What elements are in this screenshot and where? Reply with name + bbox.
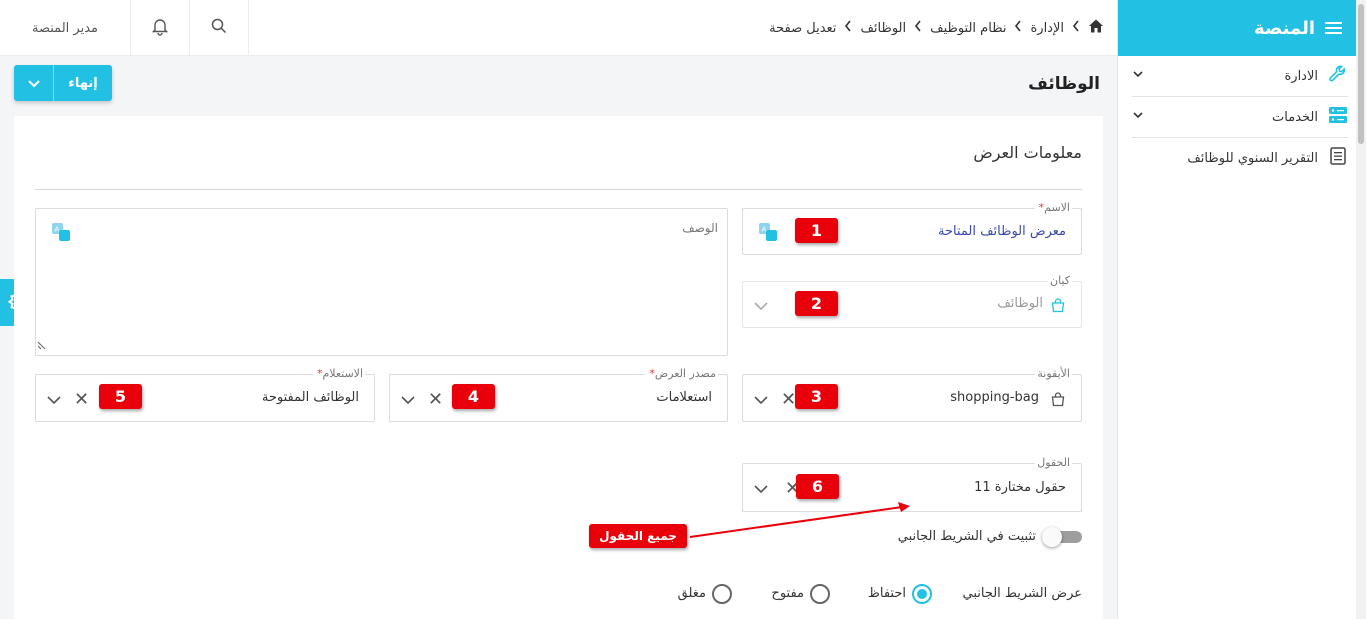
fields-value: 11 حقول مختارة xyxy=(974,480,1066,495)
entity-label: كيان xyxy=(1048,274,1072,287)
page-scrollbar[interactable] xyxy=(1356,0,1366,619)
chevron-left-icon xyxy=(844,20,852,36)
breadcrumb-item-jobs[interactable]: الوظائف xyxy=(860,21,906,36)
display-source-value: استعلامات xyxy=(656,390,712,405)
pin-sidebar-toggle[interactable] xyxy=(1042,527,1082,547)
description-field[interactable]: الوصف A xyxy=(35,208,728,356)
radio-closed[interactable] xyxy=(712,584,732,604)
finish-button-label: إنهاء xyxy=(68,75,98,91)
query-value: الوظائف المفتوحة xyxy=(261,390,359,405)
translate-icon[interactable]: A xyxy=(51,222,71,246)
query-label-text: الاستعلام xyxy=(322,367,363,380)
annotation-badge-2: 2 xyxy=(795,291,838,316)
home-icon[interactable] xyxy=(1088,18,1104,38)
breadcrumb-item-administration[interactable]: الإدارة xyxy=(1030,21,1064,36)
display-source-select[interactable]: *مصدر العرض استعلامات ✕ xyxy=(389,367,728,422)
name-label-text: الاسم xyxy=(1044,201,1070,214)
sidebar-item-label: التقرير السنوي للوظائف xyxy=(1187,150,1318,166)
user-menu[interactable]: مدير المنصة xyxy=(0,0,131,56)
radio-closed-label[interactable]: مغلق xyxy=(660,586,706,601)
annotation-badge-4: 4 xyxy=(452,384,495,409)
sidebar-item-services[interactable]: الخدمات xyxy=(1128,97,1348,137)
annotation-badge-5: 5 xyxy=(99,384,142,409)
icon-value: shopping-bag xyxy=(950,390,1039,405)
svg-text:A: A xyxy=(762,226,767,234)
sidebar-item-label: الخدمات xyxy=(1272,109,1318,125)
sidebar-display-label: عرض الشريط الجانبي xyxy=(962,586,1082,601)
clear-icon[interactable]: ✕ xyxy=(428,391,443,409)
hamburger-menu-icon[interactable] xyxy=(1325,22,1342,34)
server-icon xyxy=(1328,105,1348,129)
breadcrumb-item-recruitment[interactable]: نظام التوظيف xyxy=(930,21,1006,36)
search-icon xyxy=(210,17,228,39)
shopping-bag-icon xyxy=(1050,297,1066,317)
annotation-note: جميع الحقول xyxy=(589,524,687,548)
name-value[interactable]: معرض الوظائف المتاحة xyxy=(938,224,1066,239)
chevron-down-icon[interactable] xyxy=(753,298,769,318)
resize-handle-icon[interactable] xyxy=(37,335,47,354)
sidebar-item-label: الادارة xyxy=(1284,68,1318,84)
icon-select[interactable]: الأيقونة shopping-bag ✕ xyxy=(742,367,1082,422)
icon-label: الأيقونة xyxy=(1035,367,1072,380)
breadcrumb-item-current: تعديل صفحة xyxy=(769,20,837,36)
chevron-down-icon[interactable] xyxy=(14,65,54,101)
clear-icon[interactable]: ✕ xyxy=(781,391,796,409)
page-title: الوظائف xyxy=(1028,74,1100,94)
user-name: مدير المنصة xyxy=(32,20,98,36)
brand-label: المنصة xyxy=(1254,17,1315,39)
query-label: *الاستعلام xyxy=(312,367,365,380)
toggle-knob xyxy=(1042,527,1062,547)
clear-icon[interactable]: ✕ xyxy=(74,391,89,409)
section-title: معلومات العرض xyxy=(973,143,1082,162)
wrench-icon xyxy=(1328,64,1348,88)
bell-icon xyxy=(150,16,170,40)
radio-keep[interactable] xyxy=(912,584,932,604)
display-source-label-text: مصدر العرض xyxy=(654,367,716,380)
chevron-left-icon xyxy=(1072,20,1080,36)
sidebar: المنصة الادارة الخدمات التقرير السنوي لل… xyxy=(1117,0,1356,619)
breadcrumb: تعديل صفحة الوظائف نظام التوظيف الإدارة xyxy=(728,18,1104,38)
svg-text:A: A xyxy=(55,226,60,234)
pin-sidebar-label: تثبيت في الشريط الجانبي xyxy=(897,529,1036,544)
fields-label: الحقول xyxy=(1035,456,1072,469)
display-source-label: *مصدر العرض xyxy=(645,367,718,380)
query-select[interactable]: *الاستعلام الوظائف المفتوحة ✕ xyxy=(35,367,375,422)
radio-open-label[interactable]: مفتوح xyxy=(755,586,804,601)
sidebar-item-administration[interactable]: الادارة xyxy=(1128,56,1348,96)
top-bar: مدير المنصة تعديل صفحة الوظائف نظام التو… xyxy=(0,0,1117,56)
chevron-down-icon[interactable] xyxy=(753,392,769,412)
name-label: *الاسم xyxy=(1034,201,1072,214)
sidebar-item-annual-report[interactable]: التقرير السنوي للوظائف xyxy=(1128,138,1348,178)
shopping-bag-icon xyxy=(1050,391,1066,411)
chevron-down-icon[interactable] xyxy=(400,392,416,412)
translate-icon[interactable]: A xyxy=(758,222,778,246)
entity-select[interactable]: كيان الوظائف xyxy=(742,274,1082,328)
chevron-left-icon xyxy=(914,20,922,36)
finish-button[interactable]: إنهاء xyxy=(14,65,112,101)
section-divider xyxy=(35,189,1082,190)
description-placeholder: الوصف xyxy=(682,221,718,235)
scrollbar-thumb[interactable] xyxy=(1358,4,1364,144)
document-icon xyxy=(1328,146,1348,170)
radio-keep-label[interactable]: احتفاظ xyxy=(850,586,906,601)
entity-value: الوظائف xyxy=(997,296,1043,311)
search-button[interactable] xyxy=(190,0,249,56)
annotation-badge-3: 3 xyxy=(795,384,838,409)
sidebar-brand[interactable]: المنصة xyxy=(1118,0,1356,56)
chevron-left-icon xyxy=(1014,20,1022,36)
chevron-down-icon[interactable] xyxy=(46,392,62,412)
name-field[interactable]: *الاسم معرض الوظائف المتاحة A xyxy=(742,201,1082,255)
notifications-button[interactable] xyxy=(131,0,190,56)
chevron-down-icon xyxy=(1132,68,1144,83)
annotation-badge-1: 1 xyxy=(795,218,838,243)
chevron-down-icon xyxy=(1132,109,1144,124)
radio-open[interactable] xyxy=(810,584,830,604)
